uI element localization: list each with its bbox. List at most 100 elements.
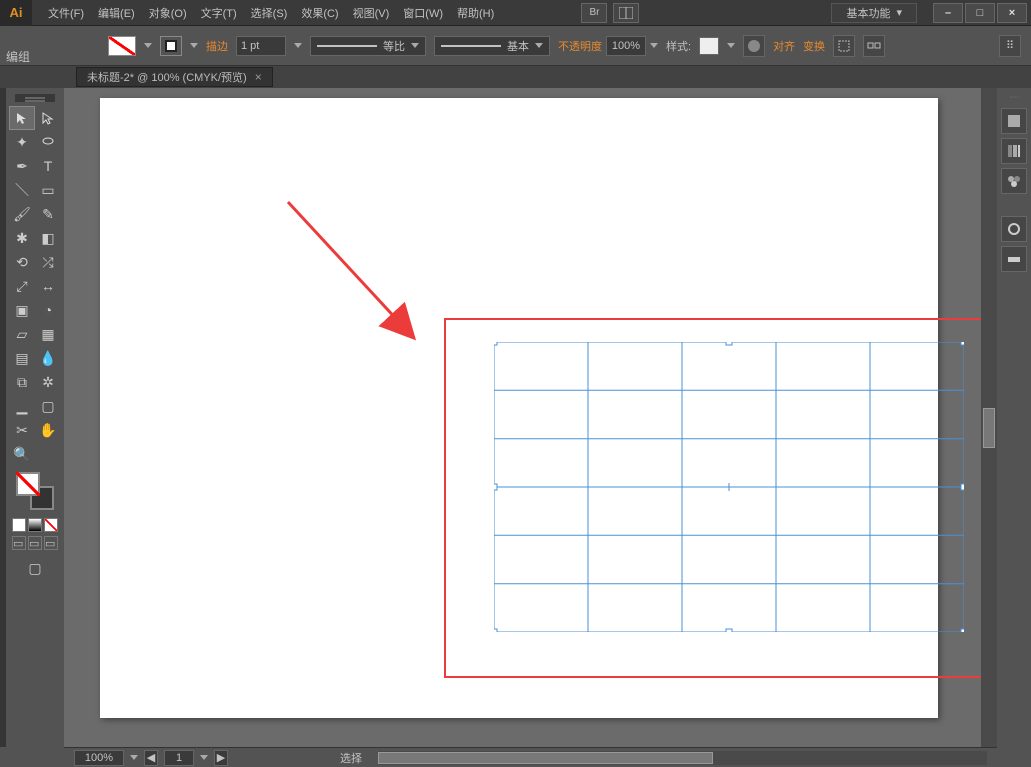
symbol-spray-tool[interactable]: ✲ [35,370,61,394]
color-mode-gradient[interactable] [28,518,42,532]
blob-brush-tool[interactable]: ✱ [9,226,35,250]
opacity-dd-arrow[interactable] [650,43,658,48]
align-label[interactable]: 对齐 [773,38,795,54]
brush-label: 基本 [507,38,529,54]
shape-builder-tool[interactable]: ◔ [35,298,61,322]
chevron-down-icon [535,43,543,48]
minimize-button[interactable]: – [933,3,963,23]
rotate-tool[interactable]: ⟲ [9,250,35,274]
stroke-weight-input[interactable] [236,36,286,56]
selection-tool[interactable] [9,106,35,130]
stroke-label[interactable]: 描边 [206,38,228,54]
blend-tool[interactable]: ⧉ [9,370,35,394]
zoom-tool[interactable]: 🔍 [9,442,35,466]
width-tool[interactable]: ↔ [35,274,61,298]
fill-dd-arrow[interactable] [144,43,152,48]
direct-selection-tool[interactable] [35,106,61,130]
hand-tool[interactable]: ✋ [35,418,61,442]
eyedropper-tool[interactable]: 💧 [35,346,61,370]
reflect-tool[interactable]: ⤮ [35,250,61,274]
fill-stroke-indicator[interactable] [14,470,56,512]
menu-edit[interactable]: 编辑(E) [92,1,141,25]
prev-artboard-button[interactable]: ◀ [144,750,158,766]
stroke-panel-icon[interactable] [1001,216,1027,242]
scale-tool[interactable]: ⤢ [9,274,35,298]
transform-label[interactable]: 变换 [803,38,825,54]
arrange-docs-button[interactable] [613,3,639,23]
pen-tool[interactable]: ✒ [9,154,35,178]
line-tool[interactable]: ＼ [9,178,35,202]
next-artboard-button[interactable]: ▶ [214,750,228,766]
panel-grip[interactable]: ···· [999,94,1029,104]
bridge-button[interactable]: Br [581,3,607,23]
tool-grip[interactable] [15,94,55,102]
free-transform-tool[interactable]: ▣ [9,298,35,322]
stroke-swatch[interactable] [160,36,182,56]
menu-help[interactable]: 帮助(H) [451,1,500,25]
artboard-dd-arrow[interactable] [200,755,208,760]
fill-indicator[interactable] [16,472,40,496]
type-tool[interactable]: T [35,154,61,178]
menu-window[interactable]: 窗口(W) [397,1,449,25]
grid-object[interactable] [494,342,964,632]
strokewt-dd-arrow[interactable] [294,43,302,48]
tab-close-button[interactable]: × [255,70,262,84]
draw-normal[interactable]: ▭ [12,536,26,550]
h-scroll-thumb[interactable] [378,752,713,764]
opacity-input[interactable] [606,36,646,56]
maximize-button[interactable]: □ [965,3,995,23]
menu-file[interactable]: 文件(F) [42,1,90,25]
brush-dropdown[interactable]: 基本 [434,36,550,56]
draw-behind[interactable]: ▭ [28,536,42,550]
pencil-tool[interactable]: ✎ [35,202,61,226]
profile-dropdown[interactable]: 等比 [310,36,426,56]
fill-swatch[interactable] [108,36,136,56]
edit-contents-button[interactable] [863,35,885,57]
menu-view[interactable]: 视图(V) [347,1,396,25]
zoom-dd-arrow[interactable] [130,755,138,760]
close-window-button[interactable]: × [997,3,1027,23]
menu-select[interactable]: 选择(S) [245,1,294,25]
stroke-dd-arrow[interactable] [190,43,198,48]
opacity-group: 不透明度 [558,36,658,56]
color-guide-panel-icon[interactable] [1001,138,1027,164]
zoom-input[interactable] [74,750,124,766]
screen-mode-button[interactable]: ▢ [22,556,48,580]
perspective-tool[interactable]: ▱ [9,322,35,346]
magic-wand-tool[interactable]: ✦ [9,130,35,154]
menu-effect[interactable]: 效果(C) [295,1,344,25]
style-dd-arrow[interactable] [727,43,735,48]
document-tab[interactable]: 未标题-2* @ 100% (CMYK/预览) × [76,67,273,87]
v-scroll-thumb[interactable] [983,408,995,448]
vertical-scrollbar[interactable] [981,88,997,747]
recolor-button[interactable] [743,35,765,57]
menu-type[interactable]: 文字(T) [195,1,243,25]
grid-svg [494,342,964,632]
rectangle-tool[interactable]: ▭ [35,178,61,202]
paintbrush-tool[interactable]: 🖌 [9,202,35,226]
workspace-switcher[interactable]: 基本功能 ▾ [831,3,917,23]
color-panel-icon[interactable] [1001,108,1027,134]
draw-inside[interactable]: ▭ [44,536,58,550]
horizontal-scrollbar[interactable] [378,751,987,765]
gradient-tool[interactable]: ▤ [9,346,35,370]
artboard-tool[interactable]: ▢ [35,394,61,418]
eraser-tool[interactable]: ◧ [35,226,61,250]
style-swatch[interactable] [699,37,719,55]
artboard-nav-input[interactable] [164,750,194,766]
color-mode-solid[interactable] [12,518,26,532]
canvas-area[interactable] [64,88,997,747]
mesh-tool[interactable]: ▦ [35,322,61,346]
opacity-label[interactable]: 不透明度 [558,38,602,54]
document-tab-title: 未标题-2* @ 100% (CMYK/预览) [87,69,247,85]
slice-tool[interactable]: ✂ [9,418,35,442]
gradient-panel-icon[interactable] [1001,246,1027,272]
swatches-panel-icon[interactable] [1001,168,1027,194]
isolate-button[interactable] [833,35,855,57]
color-mode-none[interactable] [44,518,58,532]
lasso-tool[interactable] [35,130,61,154]
menu-object[interactable]: 对象(O) [143,1,193,25]
panel-menu-button[interactable]: ⠿ [999,35,1021,57]
line-icon [441,45,501,47]
column-graph-tool[interactable]: ▁ [9,394,35,418]
